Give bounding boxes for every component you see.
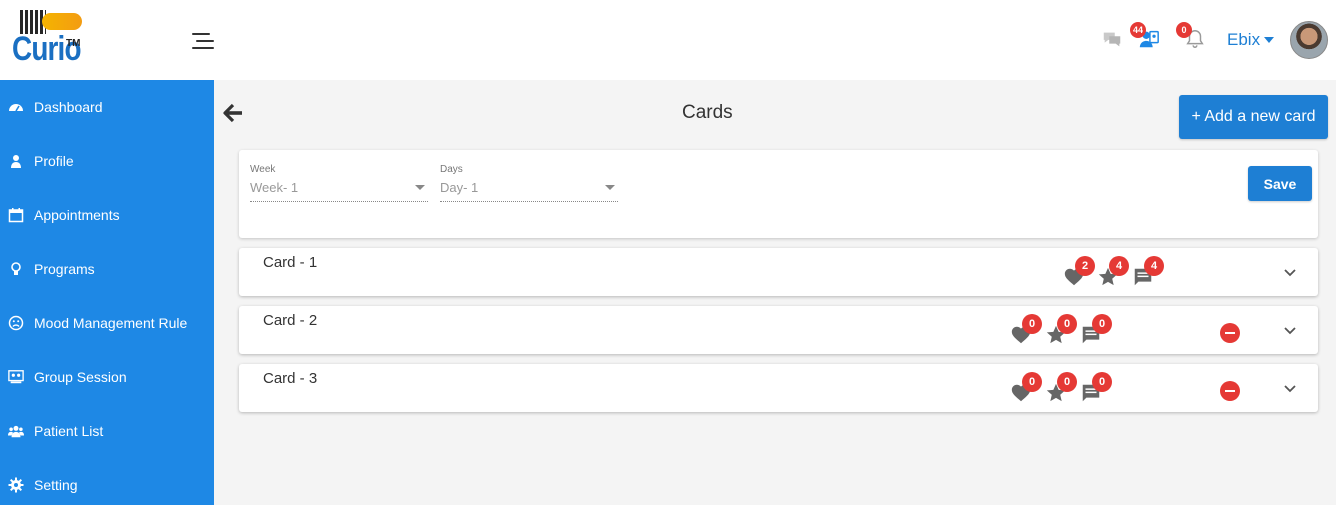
card-title: Card - 1 <box>263 254 318 271</box>
star-icon: 0 <box>1045 372 1077 404</box>
comments-badge: 0 <box>1092 314 1112 334</box>
lightbulb-icon <box>8 261 24 277</box>
logo-text: Curio <box>12 30 82 68</box>
user-menu[interactable]: Ebix <box>1227 30 1260 50</box>
star-icon: 0 <box>1045 314 1077 346</box>
gear-icon <box>8 477 24 493</box>
heart-icon: 0 <box>1010 314 1042 346</box>
sidebar-item-label: Dashboard <box>34 99 103 115</box>
days-value: Day- 1 <box>440 180 479 195</box>
comments-badge: 0 <box>1092 372 1112 392</box>
week-dropdown[interactable]: Week- 1 <box>250 180 428 202</box>
heart-icon: 0 <box>1010 372 1042 404</box>
page-title: Cards <box>682 102 733 123</box>
card-row[interactable]: Card - 3 0 0 0 <box>239 364 1318 412</box>
sidebar-item-patient-list[interactable]: Patient List <box>0 411 214 451</box>
card-title: Card - 2 <box>263 312 318 329</box>
contacts-badge: 44 <box>1130 22 1146 38</box>
sidebar-item-setting[interactable]: Setting <box>0 465 214 505</box>
sidebar-item-programs[interactable]: Programs <box>0 249 214 289</box>
card-row[interactable]: Card - 1 2 4 4 <box>239 248 1318 296</box>
bell-icon[interactable]: 0 <box>1176 22 1206 50</box>
save-button[interactable]: Save <box>1248 166 1312 201</box>
week-select[interactable]: Week Week- 1 <box>250 164 428 202</box>
user-icon <box>8 153 24 169</box>
contacts-icon[interactable]: 44 <box>1130 22 1160 50</box>
chevron-down-icon[interactable] <box>1283 324 1297 338</box>
week-value: Week- 1 <box>250 180 299 195</box>
sidebar: Dashboard Profile Appointments Programs … <box>0 80 214 505</box>
add-new-card-button[interactable]: + Add a new card <box>1179 95 1328 139</box>
remove-card-button[interactable] <box>1220 381 1240 401</box>
comment-icon: 0 <box>1080 372 1112 404</box>
sidebar-item-label: Mood Management Rule <box>34 315 188 331</box>
chat-icon[interactable] <box>1101 28 1123 50</box>
back-arrow-icon[interactable] <box>223 102 245 124</box>
sidebar-item-label: Setting <box>34 477 78 493</box>
sidebar-item-dashboard[interactable]: Dashboard <box>0 87 214 127</box>
caret-down-icon <box>605 185 615 190</box>
caret-down-icon[interactable] <box>1264 37 1274 43</box>
days-select[interactable]: Days Day- 1 <box>440 164 618 202</box>
comments-badge: 4 <box>1144 256 1164 276</box>
curio-logo[interactable]: Curio TM <box>12 10 82 70</box>
top-bar: Curio TM 44 0 Ebix <box>0 0 1336 80</box>
frown-icon <box>8 315 24 331</box>
logo-trademark: TM <box>66 38 81 49</box>
avatar[interactable] <box>1290 21 1328 59</box>
sidebar-item-label: Group Session <box>34 369 127 385</box>
caret-down-icon <box>415 185 425 190</box>
days-dropdown[interactable]: Day- 1 <box>440 180 618 202</box>
pill-icon <box>42 13 82 30</box>
sidebar-item-label: Patient List <box>34 423 104 439</box>
menu-toggle-icon[interactable] <box>192 33 216 51</box>
chevron-down-icon[interactable] <box>1283 266 1297 280</box>
sidebar-item-profile[interactable]: Profile <box>0 141 214 181</box>
filter-panel: Week Week- 1 Days Day- 1 Save <box>239 150 1318 238</box>
stars-badge: 0 <box>1057 314 1077 334</box>
main-content: Cards + Add a new card Week Week- 1 Days… <box>214 80 1336 505</box>
users-icon <box>8 423 24 439</box>
sidebar-item-mood-management-rule[interactable]: Mood Management Rule <box>0 303 214 343</box>
stars-badge: 0 <box>1057 372 1077 392</box>
star-icon: 4 <box>1097 256 1129 288</box>
calendar-icon <box>8 207 24 223</box>
likes-badge: 2 <box>1075 256 1095 276</box>
sidebar-item-label: Profile <box>34 153 74 169</box>
likes-badge: 0 <box>1022 314 1042 334</box>
group-session-icon <box>8 369 24 385</box>
sidebar-item-appointments[interactable]: Appointments <box>0 195 214 235</box>
sidebar-item-label: Programs <box>34 261 95 277</box>
sidebar-item-group-session[interactable]: Group Session <box>0 357 214 397</box>
likes-badge: 0 <box>1022 372 1042 392</box>
days-label: Days <box>440 164 463 175</box>
heart-icon: 2 <box>1063 256 1095 288</box>
sidebar-item-label: Appointments <box>34 207 120 223</box>
comment-icon: 4 <box>1132 256 1164 288</box>
stars-badge: 4 <box>1109 256 1129 276</box>
comment-icon: 0 <box>1080 314 1112 346</box>
card-title: Card - 3 <box>263 370 318 387</box>
week-label: Week <box>250 164 276 175</box>
dashboard-icon <box>8 99 24 115</box>
chevron-down-icon[interactable] <box>1283 382 1297 396</box>
card-row[interactable]: Card - 2 0 0 0 <box>239 306 1318 354</box>
remove-card-button[interactable] <box>1220 323 1240 343</box>
notification-badge: 0 <box>1176 22 1192 38</box>
